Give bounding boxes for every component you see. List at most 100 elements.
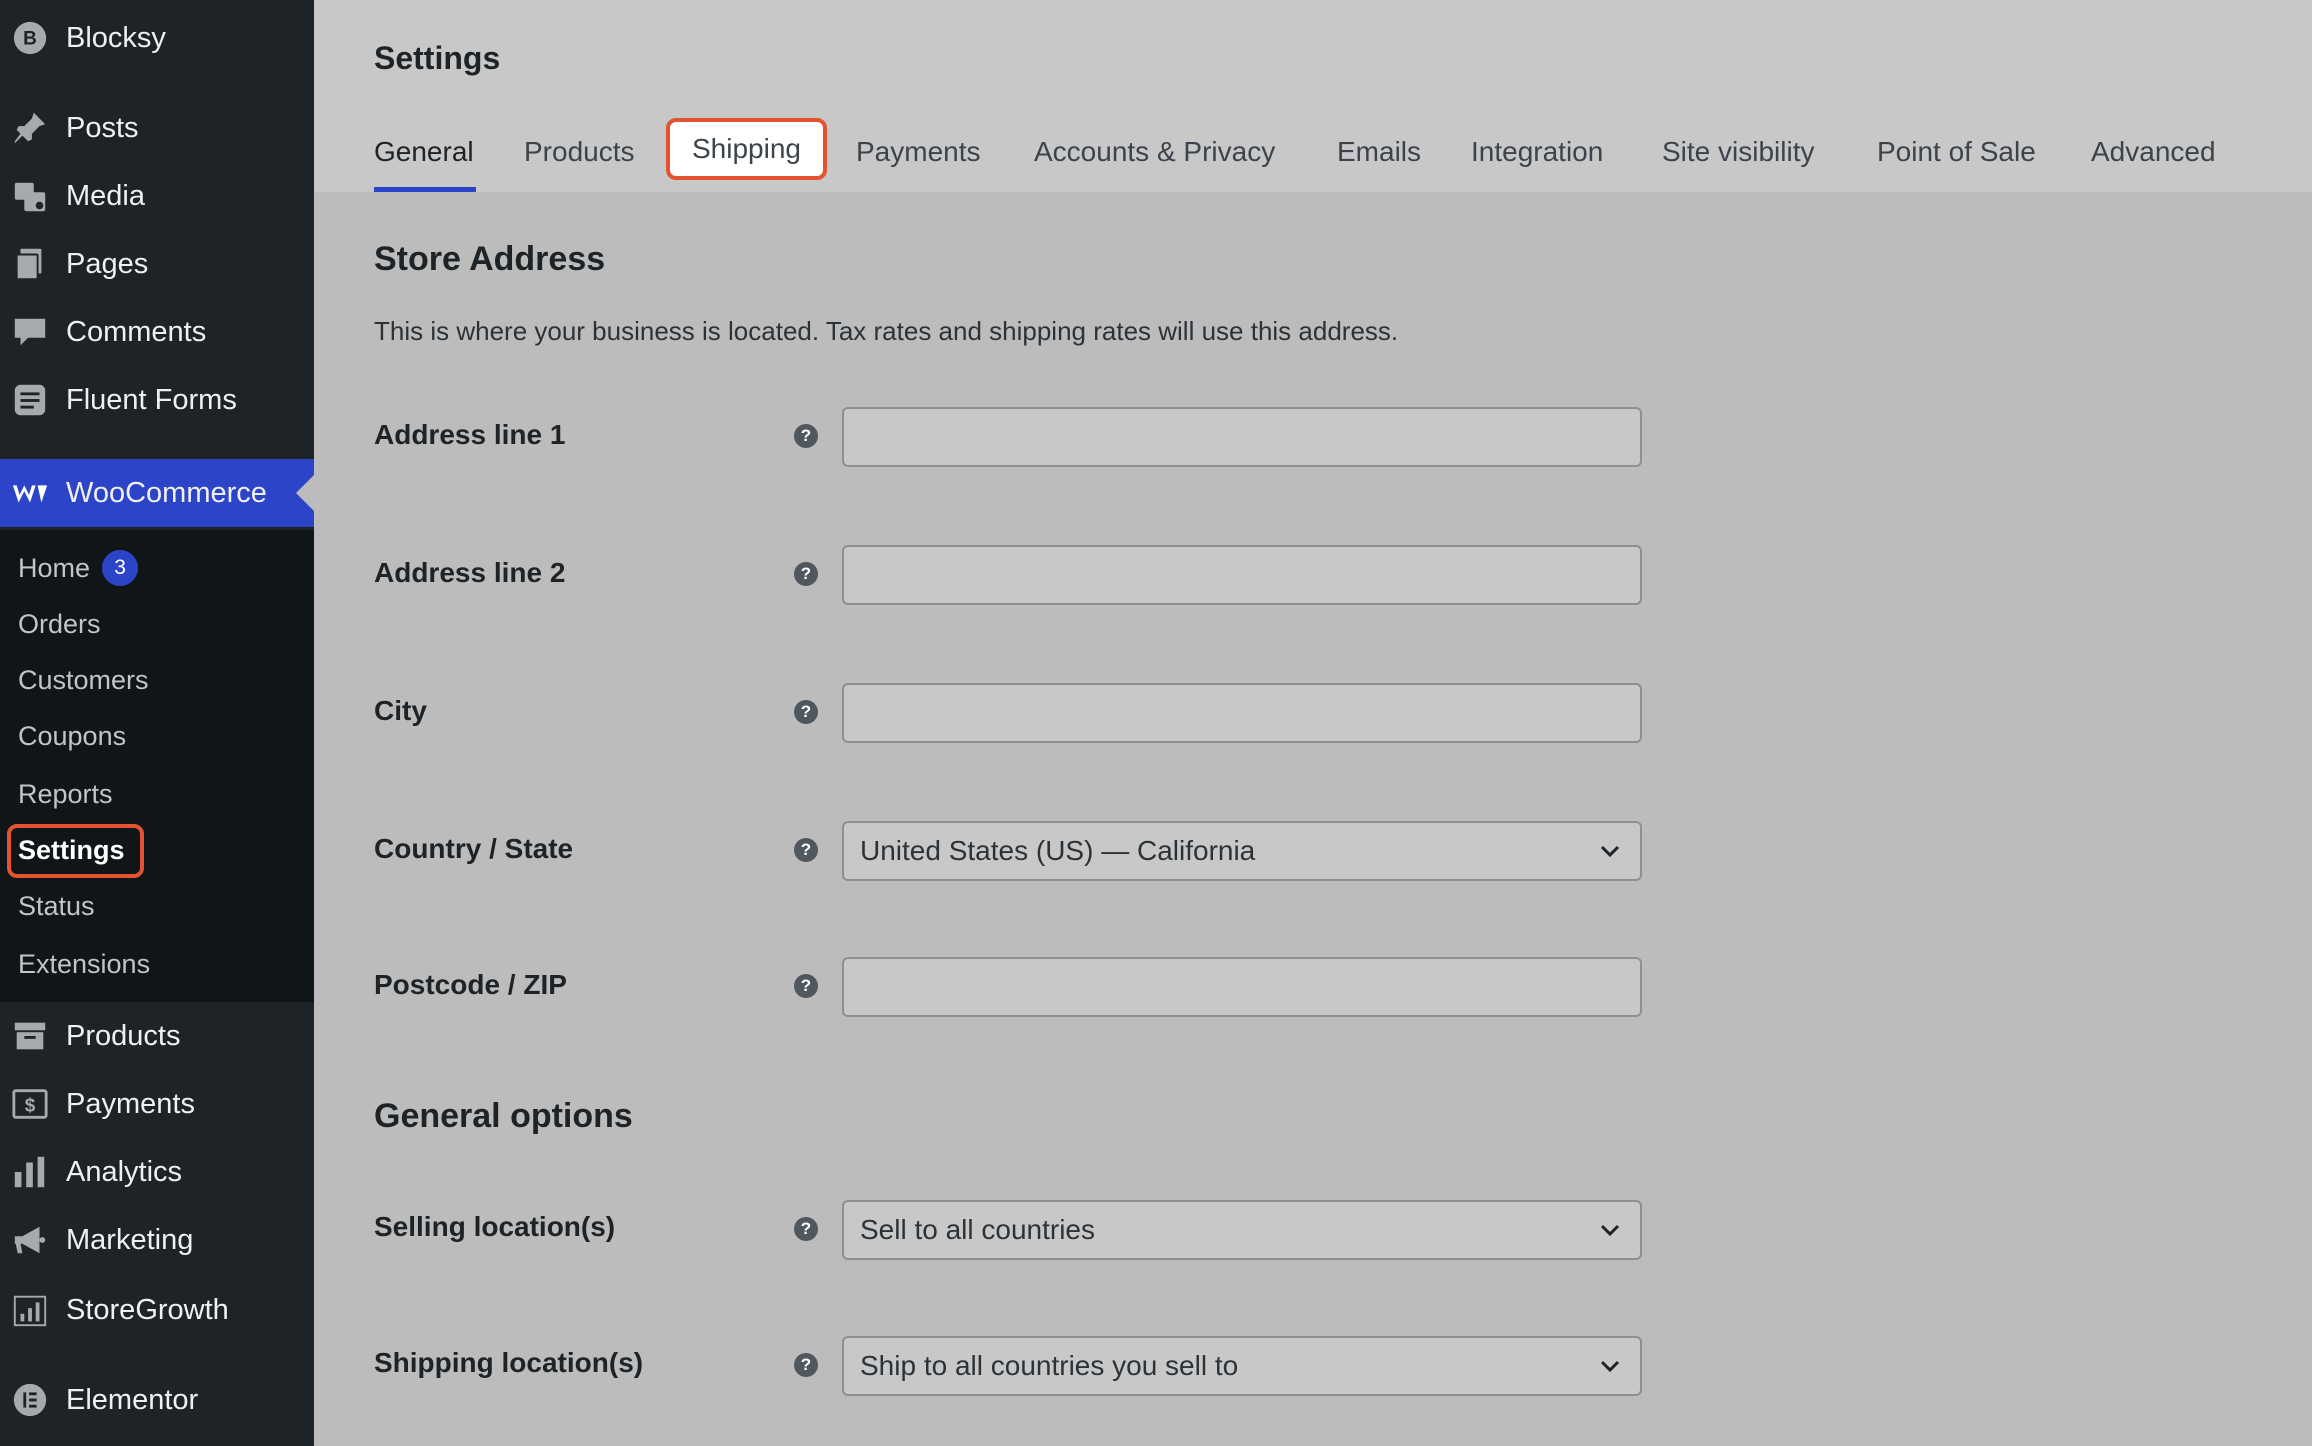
comment-icon bbox=[10, 312, 50, 352]
page-title: Settings bbox=[374, 40, 501, 76]
tab-integration[interactable]: Integration bbox=[1471, 130, 1603, 174]
submenu-item-status[interactable]: Status bbox=[18, 884, 95, 928]
shipping-locations-label: Shipping location(s) bbox=[374, 1347, 644, 1378]
city-field[interactable] bbox=[842, 683, 1642, 743]
tab-accounts-privacy[interactable]: Accounts & Privacy bbox=[1034, 130, 1275, 174]
main-content: Settings General Products Shipping Payme… bbox=[314, 0, 2312, 1446]
submenu-item-extensions[interactable]: Extensions bbox=[18, 942, 150, 986]
city-label: City bbox=[374, 695, 427, 726]
submenu-item-customers[interactable]: Customers bbox=[18, 658, 149, 702]
selling-locations-label: Selling location(s) bbox=[374, 1211, 616, 1242]
notification-badge: 3 bbox=[102, 550, 139, 586]
sidebar-item-products[interactable]: Products bbox=[0, 1006, 314, 1066]
help-icon[interactable]: ? bbox=[794, 974, 818, 998]
tab-payments[interactable]: Payments bbox=[856, 130, 981, 174]
admin-sidebar: B Blocksy Posts Media Pages Comments Flu… bbox=[0, 0, 314, 1446]
sidebar-item-label: Fluent Forms bbox=[66, 383, 237, 416]
sidebar-item-analytics[interactable]: Analytics bbox=[0, 1142, 314, 1202]
help-icon[interactable]: ? bbox=[794, 700, 818, 724]
help-icon[interactable]: ? bbox=[794, 1353, 818, 1377]
sidebar-item-label: Elementor bbox=[66, 1383, 199, 1416]
woo-icon bbox=[10, 473, 50, 513]
elementor-icon bbox=[10, 1380, 50, 1420]
settings-highlight-box bbox=[7, 824, 144, 878]
city-input[interactable] bbox=[860, 697, 1624, 729]
sidebar-item-label: Blocksy bbox=[66, 21, 166, 54]
sidebar-item-label: Comments bbox=[66, 315, 207, 348]
settings-header: Settings General Products Shipping Payme… bbox=[314, 0, 2312, 192]
pages-icon bbox=[10, 244, 50, 284]
archive-icon bbox=[10, 1016, 50, 1056]
selling-locations-select[interactable]: Sell to all countries bbox=[842, 1200, 1642, 1260]
sidebar-item-pages[interactable]: Pages bbox=[0, 234, 314, 294]
dollar-icon: $ bbox=[10, 1084, 50, 1124]
sidebar-item-media[interactable]: Media bbox=[0, 166, 314, 226]
sidebar-item-label: Payments bbox=[66, 1087, 195, 1120]
sidebar-item-marketing[interactable]: Marketing bbox=[0, 1210, 314, 1270]
address1-label: Address line 1 bbox=[374, 419, 566, 450]
address2-input[interactable] bbox=[860, 559, 1624, 591]
growth-icon bbox=[10, 1290, 50, 1330]
address2-label: Address line 2 bbox=[374, 557, 566, 588]
help-icon[interactable]: ? bbox=[794, 838, 818, 862]
forms-icon bbox=[10, 380, 50, 420]
tab-advanced[interactable]: Advanced bbox=[2091, 130, 2216, 174]
tab-shipping[interactable]: Shipping bbox=[666, 118, 827, 180]
submenu-item-home[interactable]: Home 3 bbox=[18, 546, 139, 590]
submenu-item-orders[interactable]: Orders bbox=[18, 602, 101, 646]
tab-emails[interactable]: Emails bbox=[1337, 130, 1421, 174]
media-icon bbox=[10, 176, 50, 216]
bar-chart-icon bbox=[10, 1152, 50, 1192]
address2-field[interactable] bbox=[842, 545, 1642, 605]
sidebar-item-label: StoreGrowth bbox=[66, 1293, 229, 1326]
sidebar-item-label: Products bbox=[66, 1019, 181, 1052]
svg-text:$: $ bbox=[25, 1096, 36, 1117]
shipping-locations-value: Ship to all countries you sell to bbox=[860, 1350, 1239, 1381]
sidebar-item-label: WooCommerce bbox=[66, 476, 267, 509]
submenu-item-label: Home bbox=[18, 552, 91, 583]
sidebar-item-label: Posts bbox=[66, 111, 139, 144]
country-select[interactable]: United States (US) — California bbox=[842, 821, 1642, 881]
pin-icon bbox=[10, 108, 50, 148]
sidebar-item-comments[interactable]: Comments bbox=[0, 302, 314, 362]
blocksy-icon: B bbox=[10, 18, 50, 58]
submenu-item-coupons[interactable]: Coupons bbox=[18, 714, 126, 758]
help-icon[interactable]: ? bbox=[794, 562, 818, 586]
general-options-heading: General options bbox=[374, 1097, 633, 1135]
tab-products[interactable]: Products bbox=[524, 130, 635, 174]
chevron-down-icon bbox=[1596, 837, 1624, 865]
sidebar-item-woocommerce[interactable]: WooCommerce bbox=[0, 459, 314, 527]
shipping-locations-select[interactable]: Ship to all countries you sell to bbox=[842, 1336, 1642, 1396]
sidebar-item-elementor[interactable]: Elementor bbox=[0, 1370, 314, 1430]
help-icon[interactable]: ? bbox=[794, 1217, 818, 1241]
sidebar-item-posts[interactable]: Posts bbox=[0, 98, 314, 158]
woocommerce-submenu: Home 3 Orders Customers Coupons Reports … bbox=[0, 530, 314, 1002]
tab-site-visibility[interactable]: Site visibility bbox=[1662, 130, 1814, 174]
postcode-field[interactable] bbox=[842, 957, 1642, 1017]
svg-text:B: B bbox=[23, 29, 37, 50]
chevron-down-icon bbox=[1596, 1216, 1624, 1244]
country-label: Country / State bbox=[374, 833, 574, 864]
address1-input[interactable] bbox=[860, 421, 1624, 453]
selling-locations-value: Sell to all countries bbox=[860, 1214, 1096, 1245]
sidebar-item-label: Marketing bbox=[66, 1223, 194, 1256]
sidebar-item-label: Pages bbox=[66, 247, 149, 280]
sidebar-item-label: Analytics bbox=[66, 1155, 183, 1188]
postcode-label: Postcode / ZIP bbox=[374, 969, 567, 1000]
sidebar-item-storegrowth[interactable]: StoreGrowth bbox=[0, 1280, 314, 1340]
address1-field[interactable] bbox=[842, 407, 1642, 467]
submenu-item-reports[interactable]: Reports bbox=[18, 772, 113, 816]
sidebar-item-payments[interactable]: $ Payments bbox=[0, 1074, 314, 1134]
megaphone-icon bbox=[10, 1220, 50, 1260]
sidebar-item-blocksy[interactable]: B Blocksy bbox=[0, 8, 314, 68]
store-address-heading: Store Address bbox=[374, 240, 606, 278]
store-address-description: This is where your business is located. … bbox=[374, 316, 1399, 346]
tab-general[interactable]: General bbox=[374, 130, 474, 174]
sidebar-item-label: Media bbox=[66, 179, 145, 212]
active-tab-indicator bbox=[374, 187, 476, 192]
country-select-value: United States (US) — California bbox=[860, 835, 1256, 866]
help-icon[interactable]: ? bbox=[794, 424, 818, 448]
postcode-input[interactable] bbox=[860, 971, 1624, 1003]
sidebar-item-fluent-forms[interactable]: Fluent Forms bbox=[0, 370, 314, 430]
tab-point-of-sale[interactable]: Point of Sale bbox=[1877, 130, 2036, 174]
